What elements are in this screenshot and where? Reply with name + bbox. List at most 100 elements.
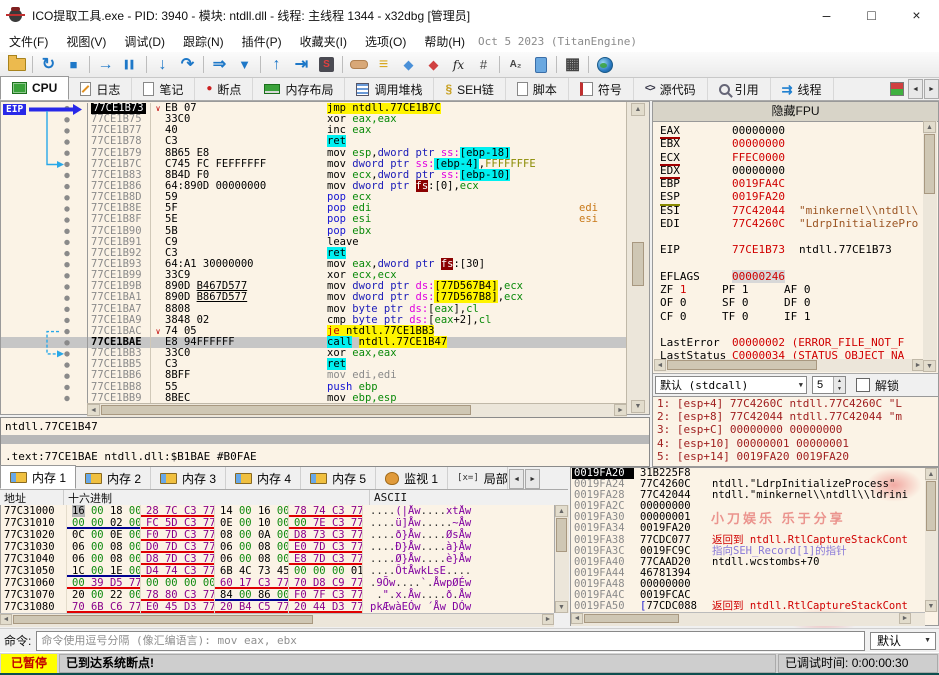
label-button[interactable]: ◆ [396, 54, 421, 76]
tab-symbols[interactable]: 符号 [569, 78, 634, 100]
stack-row[interactable]: 0019FA34 0019FA20 [572, 523, 924, 534]
trace-record-button[interactable]: A₂ [503, 54, 528, 76]
patch-button[interactable] [346, 54, 371, 76]
dump-tab-scroll-left-button[interactable]: ◄ [509, 469, 525, 489]
menu-item-2[interactable]: 调试(D) [115, 30, 174, 53]
call-argument-row[interactable]: 2: [esp+8] 77C42044 ntdll.77C42044 "m [653, 410, 938, 423]
tab-notes[interactable]: 笔记 [132, 78, 196, 100]
dump-tab-dump[interactable]: 内存 2 [76, 467, 152, 489]
menu-item-3[interactable]: 跟踪(N) [174, 30, 233, 53]
dump-hscrollbar[interactable]: ◄ ► [0, 613, 554, 627]
tab-source[interactable]: <> 源代码 [634, 78, 708, 100]
register-row[interactable]: ESP 0019FA20 [660, 190, 924, 206]
registers-hscrollbar[interactable]: ◄ ► [654, 359, 924, 372]
register-row[interactable]: LastError 00000002 (ERROR_FILE_NOT_F [660, 336, 924, 349]
run-button[interactable]: → [93, 54, 118, 76]
hide-fpu-button[interactable]: 隐藏FPU [653, 102, 938, 122]
stack-vscrollbar[interactable]: ▲ ▼ [925, 468, 938, 612]
stack-row[interactable]: 0019FA44 46781394 [572, 567, 924, 579]
stop-button[interactable]: ■ [61, 54, 86, 76]
command-profile-select[interactable]: 默认 ▼ [870, 631, 936, 650]
command-input[interactable] [36, 630, 865, 651]
dump-tab-dump[interactable]: 内存 4 [226, 467, 302, 489]
menu-item-0[interactable]: 文件(F) [0, 30, 57, 53]
pause-button[interactable]: ▌▌ [118, 54, 143, 76]
stack-row[interactable]: 0019FA38 77CDC077 返回到 ntdll.RtlCaptureStac… [572, 534, 924, 546]
register-row[interactable]: LastStatus C0000034 (STATUS_OBJECT_NA [660, 349, 924, 359]
close-button[interactable]: × [894, 0, 939, 30]
call-argument-row[interactable]: 3: [esp+C] 00000000 00000000 [653, 423, 938, 436]
menu-item-5[interactable]: 收藏夹(I) [291, 30, 356, 53]
dump-tab-watch[interactable]: 监视 1 [376, 467, 449, 489]
dump-tab-dump[interactable]: 内存 3 [151, 467, 227, 489]
register-row[interactable]: ECX FFEC0000 [660, 151, 924, 166]
spin-down-icon[interactable]: ▼ [834, 385, 845, 393]
dump-row[interactable]: 77C31040 06 00 08 00 D8 7D C3 77 06 00 08 0… [1, 553, 554, 565]
tab-call-stack[interactable]: 调用堆栈 [345, 78, 435, 100]
tab-breakpoint[interactable]: ● 断点 [195, 78, 254, 100]
run-until-selection-button[interactable]: ⇥ [289, 54, 314, 76]
step-over-button[interactable]: ↷ [175, 54, 200, 76]
dump-row[interactable]: 77C31020 0C 00 0E 00 F0 7D C3 77 08 00 0A 0… [1, 529, 554, 541]
call-argument-row[interactable]: 5: [esp+14] 0019FA20 0019FA20 [653, 450, 938, 463]
tab-threads[interactable]: ⇉ 线程 [771, 78, 834, 100]
execute-till-return-button[interactable]: ▼ [232, 54, 257, 76]
menu-item-6[interactable]: 选项(O) [356, 30, 415, 53]
stack-row[interactable]: 0019FA40 77CAAD20 ntdll.wcstombs+70 [572, 556, 924, 568]
register-row[interactable]: EFLAGS 00000246 [660, 269, 924, 283]
tab-references[interactable]: 引用 [708, 78, 771, 100]
skip-next-instruction-button[interactable]: S [314, 54, 339, 76]
dump-row[interactable]: 77C31080 70 6B C6 77 E0 45 D3 77 20 B4 C5 7… [1, 601, 554, 613]
stack-row[interactable]: 0019FA2C 00000000 [572, 501, 924, 512]
dump-row[interactable]: 77C31000 16 00 18 00 28 7C C3 77 14 00 16 0… [1, 505, 554, 517]
tab-memory-map[interactable]: 内存布局 [253, 78, 346, 100]
register-row[interactable]: EBP 0019FA4C [660, 177, 924, 190]
register-row[interactable]: EBX 00000000 [660, 137, 924, 150]
dump-row[interactable]: 77C31030 06 00 08 00 D0 7D C3 77 06 00 08 0… [1, 541, 554, 553]
tab-scroll-left-button[interactable]: ◄ [908, 79, 923, 99]
register-row[interactable]: EDI 77C4260C "LdrpInitializePro [660, 217, 924, 230]
dump-row[interactable]: 77C31050 1C 00 1E 00 D4 74 C3 77 6B 4C 73 4… [1, 565, 554, 577]
tab-scroll-right-button[interactable]: ► [924, 79, 939, 99]
minimize-button[interactable]: – [804, 0, 849, 30]
calling-convention-select[interactable]: 默认 (stdcall) ▼ [655, 376, 807, 394]
menu-item-4[interactable]: 插件(P) [233, 30, 291, 53]
hash-button[interactable]: # [471, 54, 496, 76]
register-row[interactable]: EAX 00000000 [660, 124, 924, 140]
register-row[interactable]: EIP 77CE1B73 ntdll.77CE1B73 [660, 243, 924, 256]
register-row[interactable]: ZF 1 PF 1 AF 0 [660, 283, 924, 296]
restart-button[interactable]: ↻ [36, 54, 61, 76]
spin-up-icon[interactable]: ▲ [834, 377, 845, 385]
maximize-button[interactable]: □ [849, 0, 894, 30]
register-row[interactable]: OF 0 SF 0 DF 0 [660, 296, 924, 309]
stack-hscrollbar[interactable]: ◄ ► [571, 612, 925, 626]
arg-count-stepper[interactable]: 5 ▲ ▼ [812, 376, 846, 394]
call-argument-row[interactable]: 1: [esp+4] 77C4260C ntdll.77C4260C "L [653, 397, 938, 410]
dump-row[interactable]: 77C31010 00 00 02 00 FC 5D C3 77 0E 00 10 0… [1, 517, 554, 529]
tab-script[interactable]: 脚本 [506, 78, 569, 100]
run-to-user-code-button[interactable]: ⇒ [207, 54, 232, 76]
tab-seh[interactable]: § SEH链 [434, 78, 506, 100]
function-button[interactable]: fx [446, 54, 471, 76]
dump-tab-dump[interactable]: 内存 1 [0, 465, 77, 489]
stack-row[interactable]: 0019FA28 77C42044 ntdll."minkernel\\ntdll\… [572, 490, 924, 501]
register-row[interactable]: ESI 77C42044 "minkernel\\ntdll\ [660, 204, 924, 217]
step-out-button[interactable]: ↑ [264, 54, 289, 76]
calculator-button[interactable]: ▦ [560, 54, 585, 76]
settings-globe-button[interactable] [592, 54, 617, 76]
stack-row[interactable]: 0019FA50 [77CDC088 返回到 ntdll.RtlCaptureSta… [572, 601, 924, 612]
menu-item-7[interactable]: 帮助(H) [415, 30, 474, 53]
tab-log[interactable]: 日志 [69, 78, 133, 100]
dump-tab-locals[interactable]: [x=] 局部 [448, 467, 509, 489]
tab-cpu[interactable]: CPU [0, 76, 70, 100]
dump-row[interactable]: 77C31060 00 39 D5 77 00 00 00 00 60 17 C3 7… [1, 577, 554, 589]
disasm-vscrollbar[interactable]: ▲ ▼ [626, 102, 649, 414]
unlock-checkbox[interactable] [856, 378, 870, 392]
dump-tab-scroll-right-button[interactable]: ► [525, 469, 541, 489]
register-row[interactable]: EDX 00000000 [660, 164, 924, 180]
open-file-button[interactable] [4, 54, 29, 76]
registers-vscrollbar[interactable]: ▲ ▼ [923, 121, 937, 372]
stack-row[interactable]: 0019FA48 00000000 [572, 578, 924, 590]
register-row[interactable]: CF 0 TF 0 IF 1 [660, 310, 924, 323]
dump-row[interactable]: 77C31070 20 00 22 00 78 80 C3 77 84 00 86 0… [1, 589, 554, 601]
